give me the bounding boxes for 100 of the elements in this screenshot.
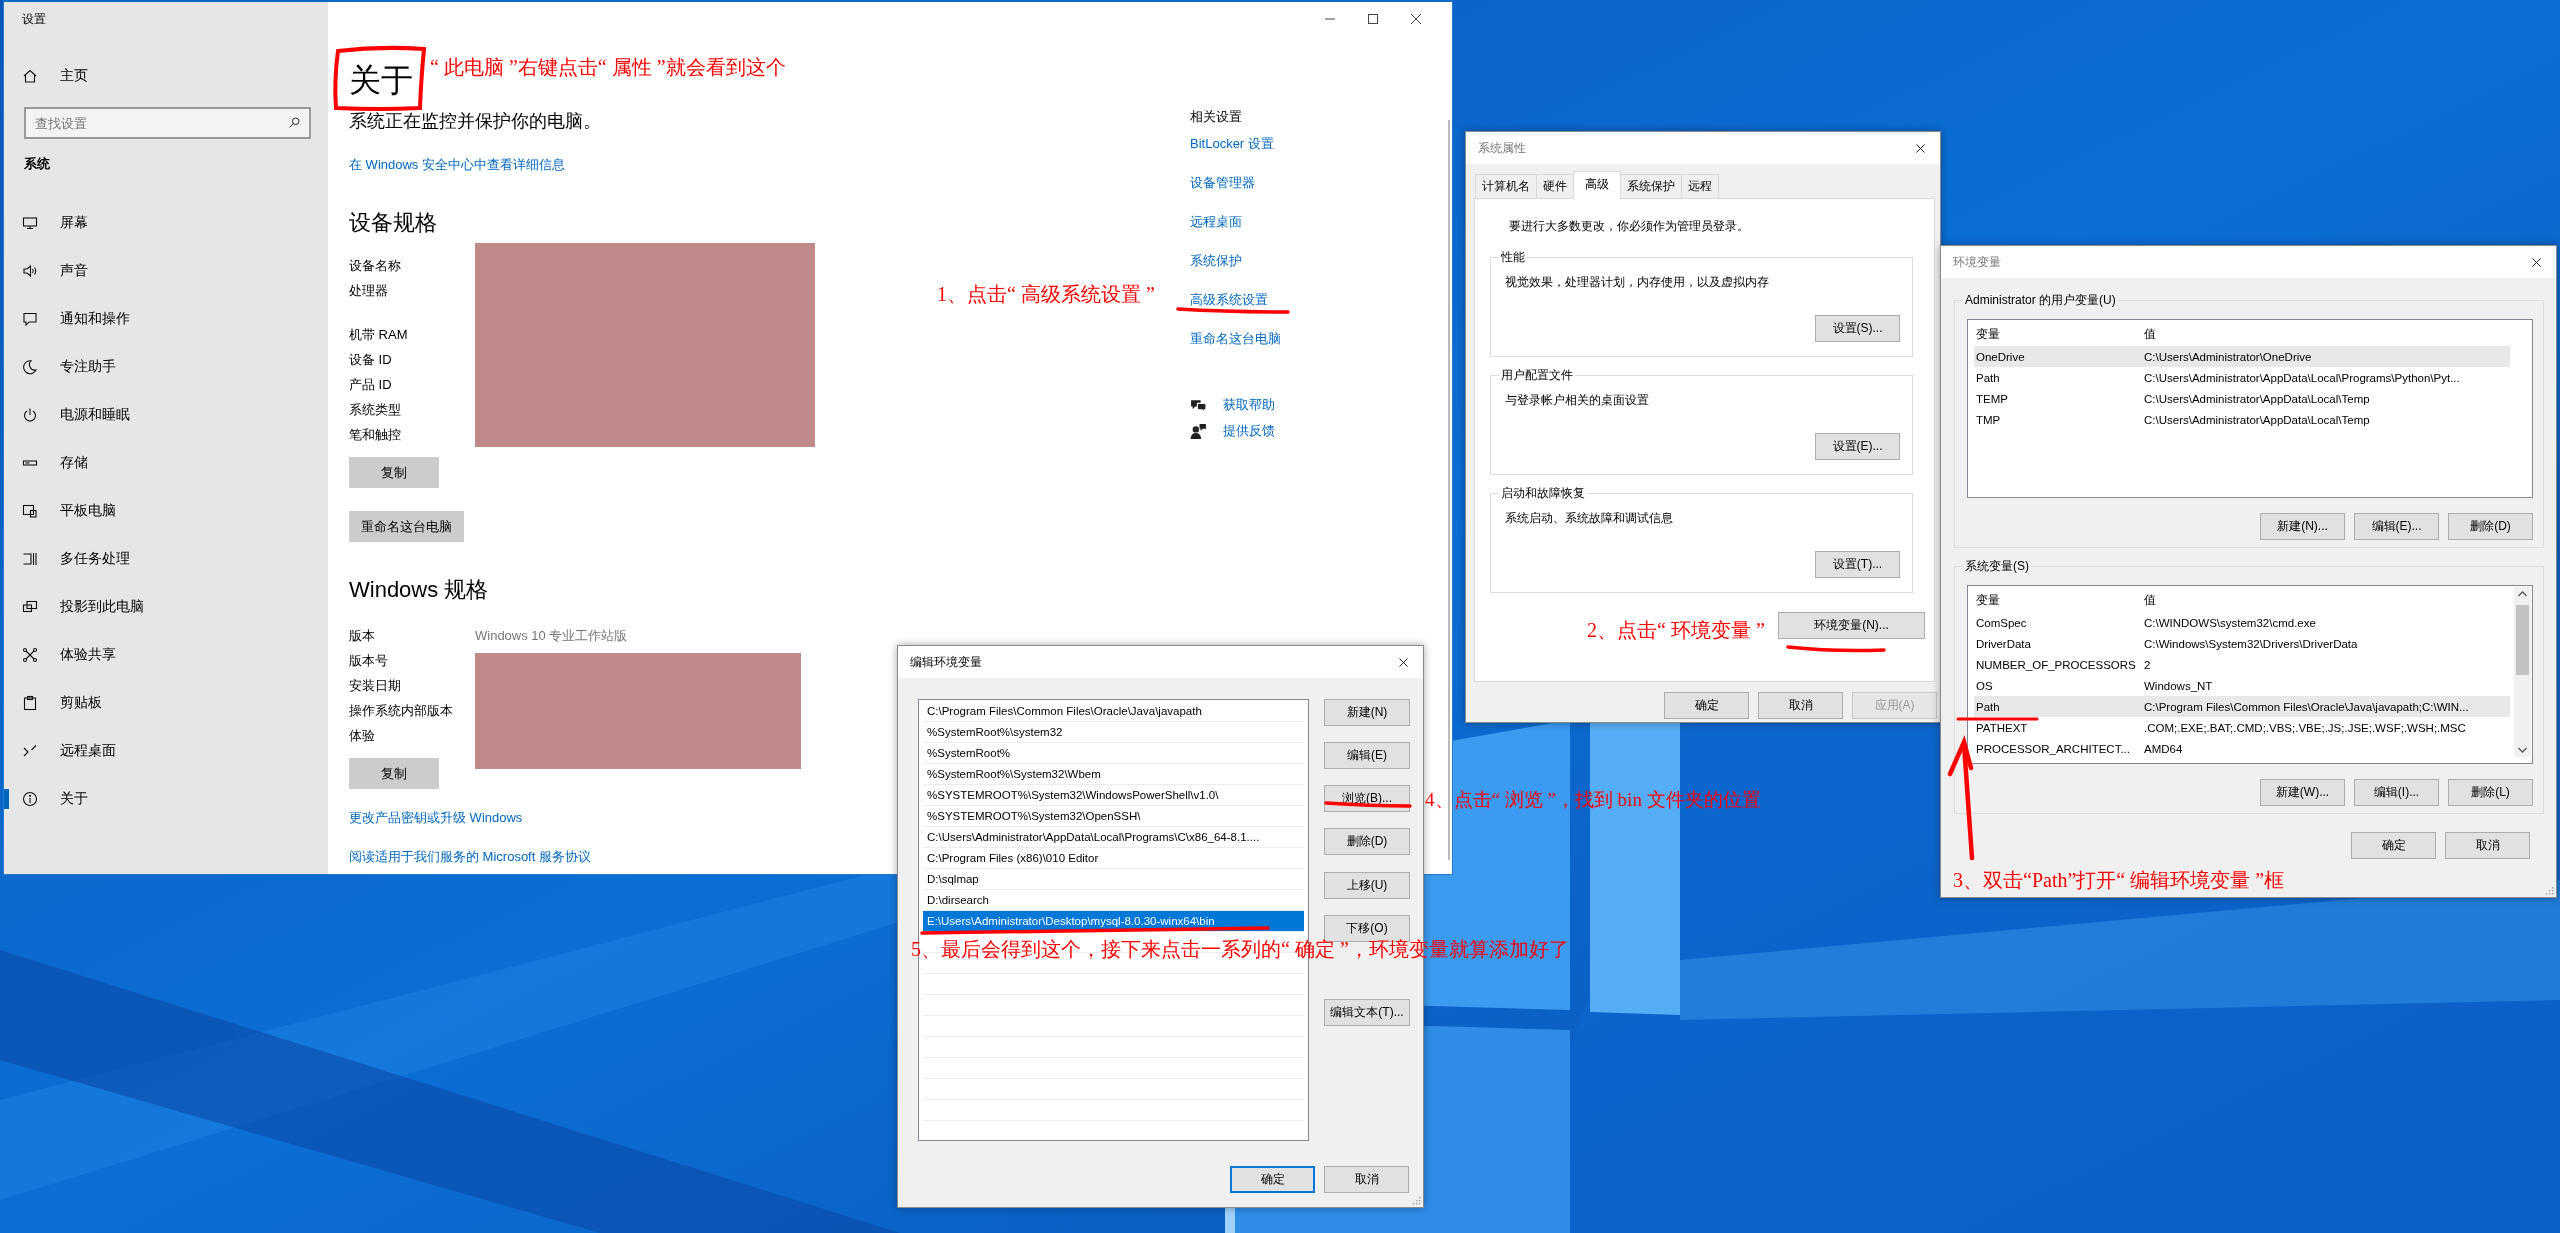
section-heading: Windows 规格 (349, 576, 489, 604)
nav-item[interactable]: 屏幕 (4, 199, 328, 247)
column-header[interactable]: 值 (2142, 592, 2156, 608)
link[interactable]: 提供反馈 (1223, 421, 1275, 441)
tab[interactable]: 计算机名 (1475, 174, 1537, 198)
list-item[interactable]: C:\Users\Administrator\AppData\Local\Programs\C\x86_64-8.1.... (923, 827, 1304, 848)
close-icon (2529, 255, 2543, 269)
dialog-button[interactable]: 取消 (2445, 832, 2530, 859)
link[interactable]: 远程桌面 (1190, 212, 1242, 232)
list-item[interactable]: %SYSTEMROOT%\System32\WindowsPowerShell\v1.0\ (923, 785, 1304, 806)
window-title: 设置 (21, 11, 47, 28)
nav-item[interactable]: 剪贴板 (4, 679, 328, 727)
table-cell-text: C:\Users\Administrator\AppData\Local\Temp (2143, 392, 2370, 405)
copy-button[interactable]: 复制 (349, 758, 439, 789)
list-item[interactable]: %SystemRoot%\System32\Wbem (923, 764, 1304, 785)
nav-item[interactable]: 平板电脑 (4, 487, 328, 535)
tab[interactable]: 高级 (1573, 171, 1621, 199)
environment-variables-button[interactable]: 环境变量(N)... (1778, 612, 1925, 639)
spec-label: 版本 (349, 626, 376, 645)
nav-item[interactable]: 专注助手 (4, 343, 328, 391)
spec-value: Windows 10 专业工作站版 (475, 626, 628, 645)
group-title: 用户配置文件 (1500, 367, 1574, 384)
table-cell-text: NUMBER_OF_PROCESSORS (1975, 658, 2137, 671)
table-row[interactable]: TMP C:\Users\Administrator\AppData\Local\Temp (1974, 409, 2510, 430)
table-row[interactable]: Path C:\Program Files\Common Files\Oracle\Java\javapath;C:\WIN... (1974, 696, 2510, 717)
spec-label: 版本号 (349, 651, 389, 670)
table-row[interactable]: PROCESSOR_ARCHITECT... AMD64 (1974, 738, 2510, 759)
list-button[interactable]: 删除(L) (2448, 779, 2533, 806)
link[interactable]: 阅读适用于我们服务的 Microsoft 服务协议 (349, 847, 591, 867)
table-cell-text: PATHEXT (1975, 721, 2029, 734)
close-button[interactable] (1408, 11, 1424, 27)
copy-button[interactable]: 复制 (349, 457, 439, 488)
list-button[interactable]: 上移(U) (1324, 872, 1410, 899)
window-title: 环境变量 (1953, 253, 2001, 271)
list-item[interactable]: C:\Program Files (x86)\010 Editor (923, 848, 1304, 869)
column-header[interactable]: 变量 (1974, 326, 2142, 342)
dialog-button[interactable]: 取消 (1758, 692, 1843, 719)
maximize-button[interactable] (1365, 11, 1381, 27)
list-button[interactable]: 删除(D) (1324, 828, 1410, 855)
settings-button[interactable]: 设置(T)... (1815, 551, 1900, 578)
search-field[interactable]: 查找设置 (24, 107, 311, 139)
dialog-button[interactable]: 取消 (1324, 1166, 1409, 1193)
list-button[interactable]: 删除(D) (2448, 513, 2533, 540)
settings-button[interactable]: 设置(E)... (1815, 433, 1900, 460)
nav-item[interactable]: 投影到此电脑 (4, 583, 328, 631)
list-button[interactable]: 编辑(I)... (2354, 779, 2439, 806)
table-row[interactable]: TEMP C:\Users\Administrator\AppData\Local\Temp (1974, 388, 2510, 409)
list-button[interactable]: 新建(N) (1324, 699, 1410, 726)
link[interactable]: 重命名这台电脑 (1190, 329, 1281, 349)
list-button[interactable]: 新建(W)... (2260, 779, 2345, 806)
nav-item[interactable]: 远程桌面 (4, 727, 328, 775)
table-row[interactable]: ComSpec C:\WINDOWS\system32\cmd.exe (1974, 612, 2510, 633)
nav-item[interactable]: 多任务处理 (4, 535, 328, 583)
window-title: 编辑环境变量 (910, 653, 982, 671)
description-text: 系统启动、系统故障和调试信息 (1505, 510, 1674, 527)
settings-button[interactable]: 设置(S)... (1815, 315, 1900, 342)
nav-item[interactable]: 体验共享 (4, 631, 328, 679)
column-header[interactable]: 值 (2142, 326, 2156, 342)
spec-label: 处理器 (349, 282, 389, 300)
table-row[interactable]: Path C:\Users\Administrator\AppData\Local\Programs\Python\Pyt... (1974, 367, 2510, 388)
notice-text: 要进行大多数更改，你必须作为管理员登录。 (1509, 218, 1750, 235)
dialog-button[interactable]: 确定 (2351, 832, 2436, 859)
nav-item[interactable]: 声音 (4, 247, 328, 295)
spec-label: 设备 ID (349, 350, 393, 369)
column-header[interactable]: 变量 (1974, 592, 2142, 608)
list-button[interactable]: 编辑(E)... (2354, 513, 2439, 540)
list-item[interactable]: C:\Program Files\Common Files\Oracle\Java\javapath (923, 701, 1304, 722)
tab[interactable]: 远程 (1681, 174, 1719, 198)
nav-item[interactable]: 电源和睡眠 (4, 391, 328, 439)
table-row[interactable]: DriverData C:\Windows\System32\Drivers\DriverData (1974, 633, 2510, 654)
rename-button[interactable]: 重命名这台电脑 (349, 511, 464, 542)
resize-grip (2544, 885, 2554, 895)
list-item[interactable]: %SystemRoot% (923, 743, 1304, 764)
table-row[interactable]: OS Windows_NT (1974, 675, 2510, 696)
table-row[interactable]: PATHEXT .COM;.EXE;.BAT;.CMD;.VBS;.VBE;.JS;.JSE;.WSF;.WSH;.MSC (1974, 717, 2510, 738)
link[interactable]: 系统保护 (1190, 251, 1242, 271)
dialog-button[interactable]: 确定 (1664, 692, 1749, 719)
list-item[interactable]: D:\sqlmap (923, 869, 1304, 890)
list-button[interactable]: 编辑文本(T)... (1324, 999, 1410, 1026)
link[interactable]: BitLocker 设置 (1190, 134, 1274, 154)
link[interactable]: 更改产品密钥或升级 Windows (349, 808, 523, 828)
home-item[interactable]: 主页 (4, 56, 328, 96)
dialog-button[interactable]: 确定 (1230, 1166, 1315, 1193)
spec-label: 安装日期 (349, 676, 402, 695)
table-row[interactable]: NUMBER_OF_PROCESSORS 2 (1974, 654, 2510, 675)
link[interactable]: 设备管理器 (1190, 173, 1255, 193)
table-cell-text: C:\Program Files\Common Files\Oracle\Java\javapath;C:\WIN... (2143, 700, 2469, 713)
link[interactable]: 高级系统设置 (1190, 290, 1268, 310)
nav-item[interactable]: 关于 (4, 775, 328, 823)
list-item[interactable]: %SYSTEMROOT%\System32\OpenSSH\ (923, 806, 1304, 827)
link[interactable]: 获取帮助 (1223, 395, 1275, 415)
nav-item[interactable]: 存储 (4, 439, 328, 487)
list-item[interactable]: %SystemRoot%\system32 (923, 722, 1304, 743)
list-button[interactable]: 编辑(E) (1324, 742, 1410, 769)
table-cell-text: TMP (1975, 413, 2002, 426)
table-cell-text: TEMP (1975, 392, 2009, 405)
link[interactable]: 在 Windows 安全中心中查看详细信息 (349, 155, 565, 175)
list-button[interactable]: 新建(N)... (2260, 513, 2345, 540)
nav-item[interactable]: 通知和操作 (4, 295, 328, 343)
table-row[interactable]: OneDrive C:\Users\Administrator\OneDrive (1974, 346, 2510, 367)
